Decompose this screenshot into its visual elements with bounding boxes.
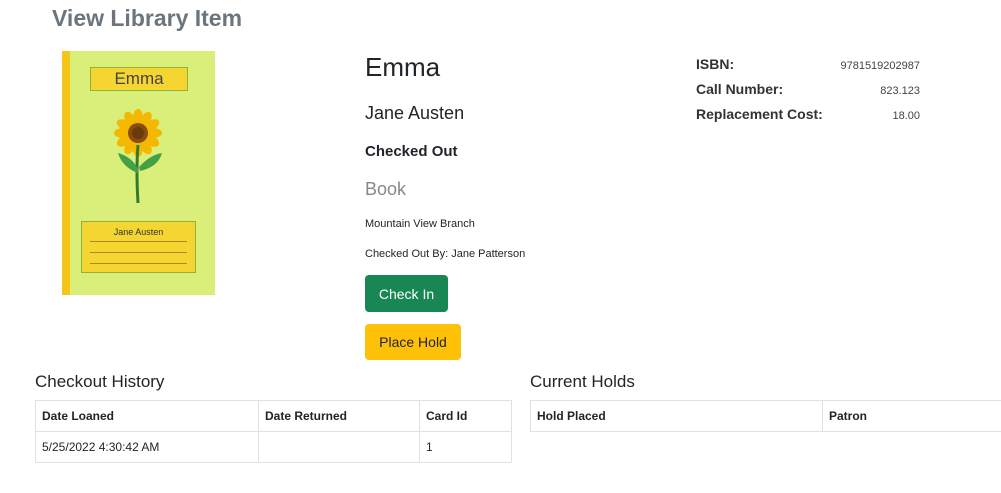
date-returned-cell xyxy=(258,431,420,463)
cover-title: Emma xyxy=(90,67,188,91)
cover-spine xyxy=(62,51,70,295)
cover-label: Jane Austen xyxy=(81,221,196,273)
column-date-loaned: Date Loaned xyxy=(35,400,259,432)
replacement-cost-label: Replacement Cost: xyxy=(696,106,823,122)
card-id-cell: 1 xyxy=(419,431,512,463)
date-loaned-cell: 5/25/2022 4:30:42 AM xyxy=(35,431,259,463)
item-metadata: ISBN: 9781519202987 Call Number: 823.123… xyxy=(696,56,920,131)
column-card-id: Card Id xyxy=(419,400,512,432)
column-date-returned: Date Returned xyxy=(258,400,420,432)
checkout-history-table: Date Loaned Date Returned Card Id 5/25/2… xyxy=(35,400,512,463)
cover-line xyxy=(90,263,187,264)
table-header-row: Date Loaned Date Returned Card Id xyxy=(35,400,512,432)
place-hold-button[interactable]: Place Hold xyxy=(365,324,461,360)
check-in-button[interactable]: Check In xyxy=(365,275,448,312)
checked-out-by: Checked Out By: Jane Patterson xyxy=(365,248,526,260)
call-number-row: Call Number: 823.123 xyxy=(696,81,920,106)
page-title: View Library Item xyxy=(52,5,243,31)
item-branch: Mountain View Branch xyxy=(365,218,475,230)
sunflower-icon xyxy=(114,109,162,204)
replacement-cost-value: 18.00 xyxy=(892,110,920,122)
book-cover-image: Emma Jane Austen xyxy=(62,51,215,295)
call-number-value: 823.123 xyxy=(880,85,920,97)
item-type: Book xyxy=(365,179,407,199)
current-holds-table: Hold Placed Patron xyxy=(530,400,1001,432)
item-author: Jane Austen xyxy=(365,103,465,123)
table-header-row: Hold Placed Patron xyxy=(530,400,1001,432)
item-title: Emma xyxy=(365,52,441,82)
cover-line xyxy=(90,252,187,253)
call-number-label: Call Number: xyxy=(696,81,784,97)
isbn-value: 9781519202987 xyxy=(840,60,920,72)
column-patron: Patron xyxy=(822,400,1001,432)
checkout-history-heading: Checkout History xyxy=(35,372,165,391)
cover-author: Jane Austen xyxy=(113,227,164,237)
isbn-row: ISBN: 9781519202987 xyxy=(696,56,920,81)
current-holds-heading: Current Holds xyxy=(530,372,635,391)
replacement-cost-row: Replacement Cost: 18.00 xyxy=(696,106,920,131)
cover-line xyxy=(90,241,187,242)
table-row: 5/25/2022 4:30:42 AM 1 xyxy=(35,431,512,463)
column-hold-placed: Hold Placed xyxy=(530,400,823,432)
isbn-label: ISBN: xyxy=(696,56,735,72)
item-status: Checked Out xyxy=(365,143,458,160)
